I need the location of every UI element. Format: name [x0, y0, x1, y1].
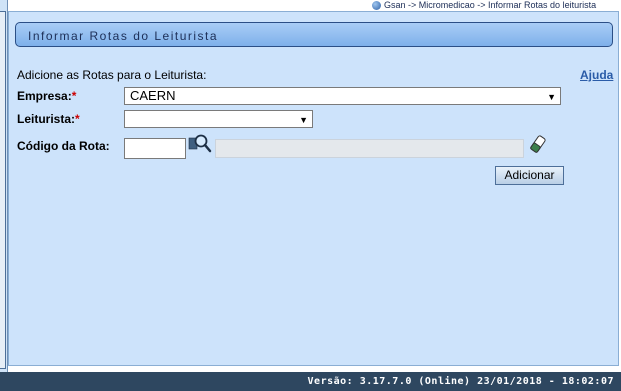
form-panel: Informar Rotas do Leiturista Adicione as… — [8, 11, 619, 366]
magnifier-icon[interactable] — [188, 133, 212, 155]
chevron-down-icon: ▼ — [547, 92, 556, 102]
chevron-down-icon: ▼ — [299, 115, 308, 125]
leiturista-label-text: Leiturista: — [17, 112, 76, 126]
sidebar-frame — [0, 11, 6, 369]
codigo-rota-label: Código da Rota: — [17, 139, 110, 153]
empresa-select-value: CAERN — [130, 88, 176, 103]
required-mark: * — [75, 112, 80, 126]
footer-bar: Versão: 3.17.7.0 (Online) 23/01/2018 - 1… — [0, 372, 621, 391]
leiturista-select[interactable]: ▼ — [124, 110, 313, 128]
version-text: Versão: 3.17.7.0 (Online) 23/01/2018 - 1… — [307, 376, 614, 387]
breadcrumb-text: Gsan -> Micromedicao -> Informar Rotas d… — [384, 0, 597, 10]
required-mark: * — [71, 89, 77, 103]
help-link[interactable]: Ajuda — [580, 68, 613, 82]
title-bar: Informar Rotas do Leiturista — [15, 22, 613, 47]
leiturista-label: Leiturista:* — [17, 112, 80, 126]
left-sidebar-strip — [0, 0, 8, 372]
eraser-icon[interactable] — [528, 134, 548, 154]
breadcrumb: Gsan -> Micromedicao -> Informar Rotas d… — [372, 0, 621, 11]
add-button[interactable]: Adicionar — [495, 166, 564, 185]
empresa-label-text: Empresa: — [17, 89, 72, 103]
empresa-label: Empresa:* — [17, 89, 76, 103]
globe-icon — [372, 1, 381, 10]
rota-description-field — [215, 139, 524, 158]
instructions-text: Adicione as Rotas para o Leiturista: — [17, 68, 207, 82]
codigo-rota-input[interactable] — [124, 138, 186, 159]
empresa-select[interactable]: CAERN ▼ — [124, 87, 561, 105]
page-title: Informar Rotas do Leiturista — [28, 29, 219, 43]
